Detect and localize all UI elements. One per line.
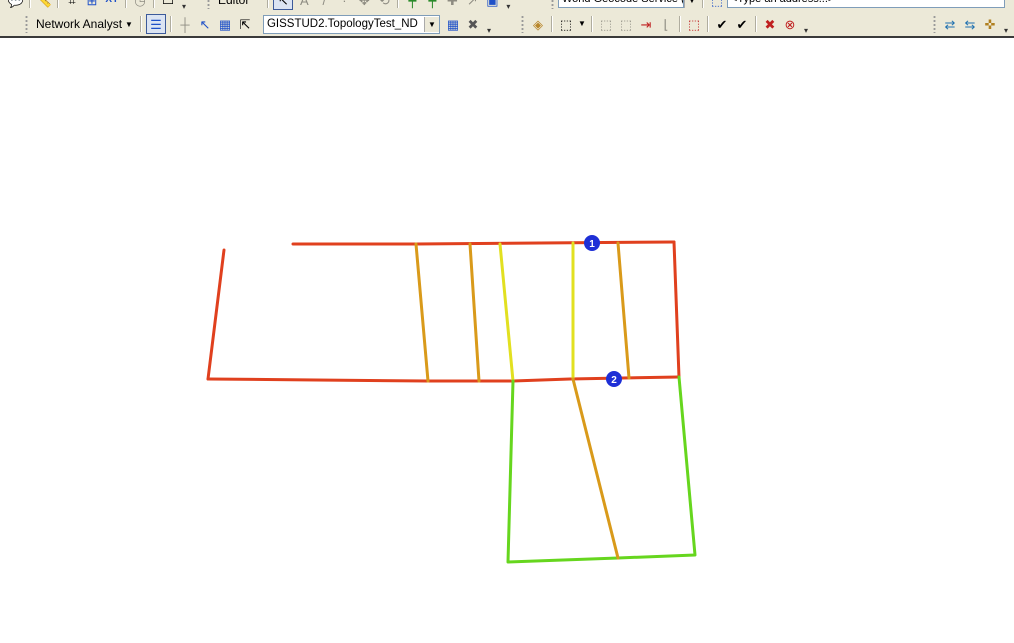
network-analyst-menu[interactable]: Network Analyst ▼: [32, 17, 137, 31]
network-dataset-properties-icon[interactable]: ✖: [464, 15, 482, 33]
create-viewer-icon[interactable]: ▭: [159, 0, 177, 9]
edge-toolbar-options-button[interactable]: ▾: [1002, 13, 1010, 35]
network-dataset-dropdown-button[interactable]: ▼: [423, 16, 439, 32]
editor-toolbar-options-button[interactable]: ▾: [504, 0, 512, 11]
error-inspector-pointer-icon[interactable]: ✖: [761, 15, 779, 33]
stop-2[interactable]: 2: [606, 371, 622, 387]
error-inspector-delete-icon[interactable]: ⊗: [781, 15, 799, 33]
validate-topology-in-extent-icon[interactable]: ✔: [713, 15, 731, 33]
solve-icon[interactable]: ⇱: [236, 15, 254, 33]
measure-icon[interactable]: 📏: [35, 0, 53, 9]
chevron-down-icon[interactable]: ▼: [577, 15, 587, 33]
network-edge-red[interactable]: [672, 240, 681, 379]
attributes-icon[interactable]: ▣: [483, 0, 501, 9]
construct-features-icon[interactable]: ⬚: [617, 15, 635, 33]
network-edge-orange[interactable]: [571, 377, 620, 560]
toolbar-row-1: 💬 📏 ⌗ ⊞ XY ◷ ▭ ▾ Editor ↖ A / · ✥ ⟲ ┯ ┿: [0, 0, 1014, 11]
planarize-icon[interactable]: ⇥: [637, 15, 655, 33]
network-dataset-select[interactable]: GISSTUD2.TopologyTest_ND ▼: [262, 14, 440, 34]
split-tool-icon[interactable]: ✥: [355, 0, 373, 9]
toolbar-options-button[interactable]: ▾: [180, 0, 188, 11]
map-view[interactable]: 1 2: [0, 40, 1014, 643]
stop-label: 1: [589, 239, 595, 250]
edge-table-icon[interactable]: ⇆: [961, 15, 979, 33]
select-move-network-location-icon[interactable]: ↖: [196, 15, 214, 33]
show-shared-features-icon[interactable]: ⬚: [597, 15, 615, 33]
cut-polygons-icon[interactable]: ✚: [443, 0, 461, 9]
topology-toolbar-options-button[interactable]: ▾: [802, 13, 810, 35]
network-edge-orange[interactable]: [616, 241, 631, 380]
go-to-xy-icon[interactable]: ⊞: [83, 0, 101, 9]
edit-tool-icon[interactable]: ↖: [273, 0, 294, 10]
geocoder-dropdown-button[interactable]: ▼: [684, 0, 699, 8]
network-edge-orange[interactable]: [468, 242, 481, 383]
stop-1[interactable]: 1: [584, 235, 600, 251]
address-input[interactable]: <Type an address...>: [727, 0, 1005, 8]
network-edge-orange[interactable]: [414, 242, 430, 383]
locate-icon[interactable]: ⬚: [708, 0, 726, 9]
topology-toolbar: ◈ ⬚ ▼ ⬚ ⬚ ⇥ ⌊ ⬚ ✔ ✔ ✖ ⊗ ▾: [518, 11, 810, 37]
sketch-icon[interactable]: ↗: [463, 0, 481, 9]
map-topology-icon[interactable]: ◈: [529, 15, 547, 33]
topology-edit-tool-icon[interactable]: ⬚: [557, 15, 575, 33]
reshape-icon[interactable]: ┿: [423, 0, 441, 9]
network-analyst-toolbar: Network Analyst ▼ ☰ ┼ ↖ ▦ ⇱ GISSTUD2.Top…: [22, 11, 493, 37]
error-inspector-icon[interactable]: ✔: [733, 15, 751, 33]
annotation-tool-icon[interactable]: A: [295, 0, 313, 9]
chevron-down-icon: ▼: [125, 19, 133, 29]
toolbar-row-2: Network Analyst ▼ ☰ ┼ ↖ ▦ ⇱ GISSTUD2.Top…: [0, 11, 1014, 37]
straight-segment-icon[interactable]: /: [315, 0, 333, 9]
binoculars-icon[interactable]: ⌗: [63, 0, 81, 9]
network-edge-green[interactable]: [506, 375, 697, 564]
point-icon[interactable]: ·: [335, 0, 353, 9]
edge-toolbar: ⇄ ⇆ ✜ ▾: [930, 11, 1010, 37]
network-analyst-toolbar-options-button[interactable]: ▾: [485, 13, 493, 35]
edit-vertices-icon[interactable]: ┯: [403, 0, 421, 9]
network-edge-red[interactable]: [206, 248, 226, 381]
create-network-location-icon[interactable]: ┼: [176, 15, 194, 33]
stop-label: 2: [611, 375, 617, 386]
xy-icon[interactable]: XY: [103, 0, 121, 9]
geocoder-select[interactable]: World Geocode Service (: [558, 0, 684, 8]
network-identify-icon[interactable]: ▦: [216, 15, 234, 33]
validate-topology-in-area-icon[interactable]: ⬚: [685, 15, 703, 33]
add-junction-icon[interactable]: ✜: [981, 15, 999, 33]
fix-topology-error-icon[interactable]: ⌊: [657, 15, 675, 33]
editor-menu[interactable]: Editor: [214, 0, 253, 7]
build-network-dataset-icon[interactable]: ▦: [444, 15, 462, 33]
time-slider-icon[interactable]: ◷: [131, 0, 149, 9]
rotate-icon[interactable]: ⟲: [375, 0, 393, 9]
network-analyst-window-icon[interactable]: ☰: [145, 14, 166, 34]
flip-edge-icon[interactable]: ⇄: [941, 15, 959, 33]
network-edge-yellow[interactable]: [498, 242, 515, 383]
toolbar-area: 💬 📏 ⌗ ⊞ XY ◷ ▭ ▾ Editor ↖ A / · ✥ ⟲ ┯ ┿: [0, 0, 1014, 38]
speech-bubble-icon[interactable]: 💬: [7, 0, 25, 9]
